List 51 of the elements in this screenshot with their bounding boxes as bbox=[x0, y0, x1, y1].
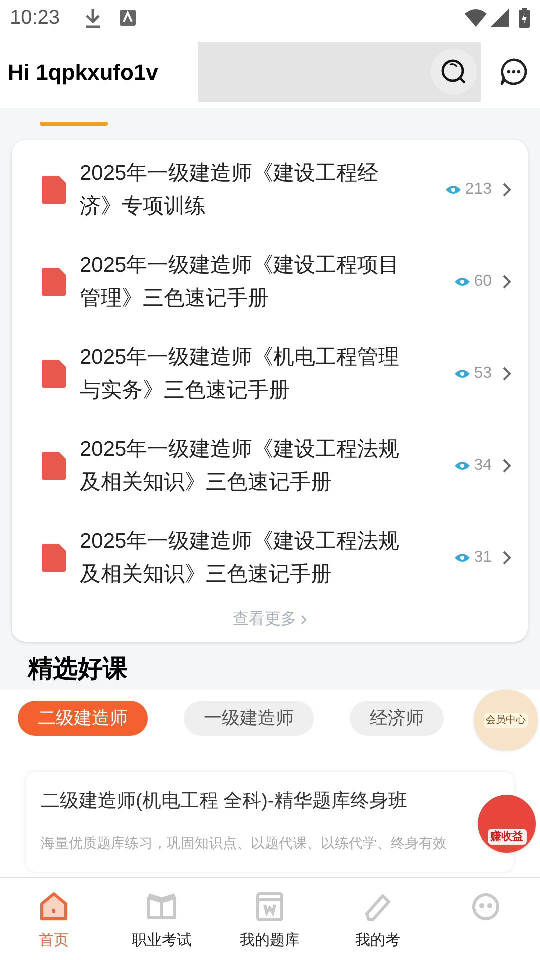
tab-bar-item[interactable]: 我的考 bbox=[324, 878, 432, 960]
section-title: 精选好课 bbox=[28, 654, 128, 684]
pdf-icon bbox=[42, 268, 66, 296]
course-description: 海量优质题库练习，巩固知识点、以题代课、以练代学、终身有效 bbox=[41, 834, 448, 852]
view-count: 34 bbox=[474, 456, 492, 476]
eye-icon bbox=[455, 461, 470, 471]
document-title: 2025年一级建造师《建设工程法规及相关知识》三色速记手册 bbox=[80, 529, 401, 588]
document-title: 2025年一级建造师《建设工程经济》专项训练 bbox=[80, 161, 380, 220]
chevron-right-icon bbox=[502, 182, 512, 198]
course-title: 二级建造师(机电工程 全科)-精华题库终身班 bbox=[41, 790, 408, 814]
chevron-right-icon bbox=[301, 615, 307, 625]
category-chip[interactable]: 一级建造师 bbox=[184, 700, 314, 736]
document-item[interactable]: 2025年一级建造师《建设工程经济》专项训练 213 bbox=[12, 144, 528, 236]
eye-icon bbox=[455, 553, 470, 563]
pdf-icon bbox=[42, 544, 66, 572]
view-count: 31 bbox=[474, 548, 492, 568]
view-count: 213 bbox=[465, 180, 492, 200]
chevron-right-icon bbox=[502, 458, 512, 474]
document-item[interactable]: 2025年一级建造师《机电工程管理与实务》三色速记手册 53 bbox=[12, 328, 528, 420]
eye-icon bbox=[455, 369, 470, 379]
wifi-icon bbox=[465, 9, 487, 27]
document-item[interactable]: 2025年一级建造师《建设工程项目管理》三色速记手册 60 bbox=[12, 236, 528, 328]
status-time: 10:23 bbox=[10, 6, 60, 31]
eye-icon bbox=[446, 185, 462, 195]
document-item[interactable]: 2025年一级建造师《建设工程法规及相关知识》三色速记手册 31 bbox=[12, 512, 528, 604]
view-count: 60 bbox=[474, 272, 492, 292]
eye-icon bbox=[455, 277, 470, 287]
tab-bar-item[interactable]: 我的题库 bbox=[216, 878, 324, 960]
chevron-right-icon bbox=[502, 550, 512, 566]
view-count: 53 bbox=[474, 364, 492, 384]
search-icon bbox=[441, 59, 467, 85]
greeting: Hi 1qpkxufo1v bbox=[8, 58, 160, 87]
category-chip[interactable]: 经济师 bbox=[350, 700, 444, 736]
battery-icon bbox=[519, 8, 530, 28]
search-field[interactable] bbox=[198, 42, 481, 102]
chevron-right-icon bbox=[502, 274, 512, 290]
document-title: 2025年一级建造师《建设工程法规及相关知识》三色速记手册 bbox=[80, 437, 401, 496]
document-title: 2025年一级建造师《机电工程管理与实务》三色速记手册 bbox=[80, 345, 401, 404]
pdf-icon bbox=[42, 452, 66, 480]
earn-badge[interactable]: 赚收益 bbox=[488, 828, 526, 845]
pdf-icon bbox=[42, 176, 66, 204]
member-center-badge[interactable]: 会员中心 bbox=[484, 712, 528, 728]
signal-icon bbox=[491, 9, 509, 27]
document-item[interactable]: 2025年一级建造师《建设工程法规及相关知识》三色速记手册 34 bbox=[12, 420, 528, 512]
tab-bar-item[interactable]: 职业考试 bbox=[108, 878, 216, 960]
message-icon[interactable] bbox=[500, 58, 528, 86]
download-icon bbox=[84, 8, 102, 28]
pdf-icon bbox=[42, 360, 66, 388]
tab-indicator bbox=[40, 122, 108, 126]
chevron-right-icon bbox=[502, 366, 512, 382]
document-title: 2025年一级建造师《建设工程项目管理》三色速记手册 bbox=[80, 253, 401, 312]
